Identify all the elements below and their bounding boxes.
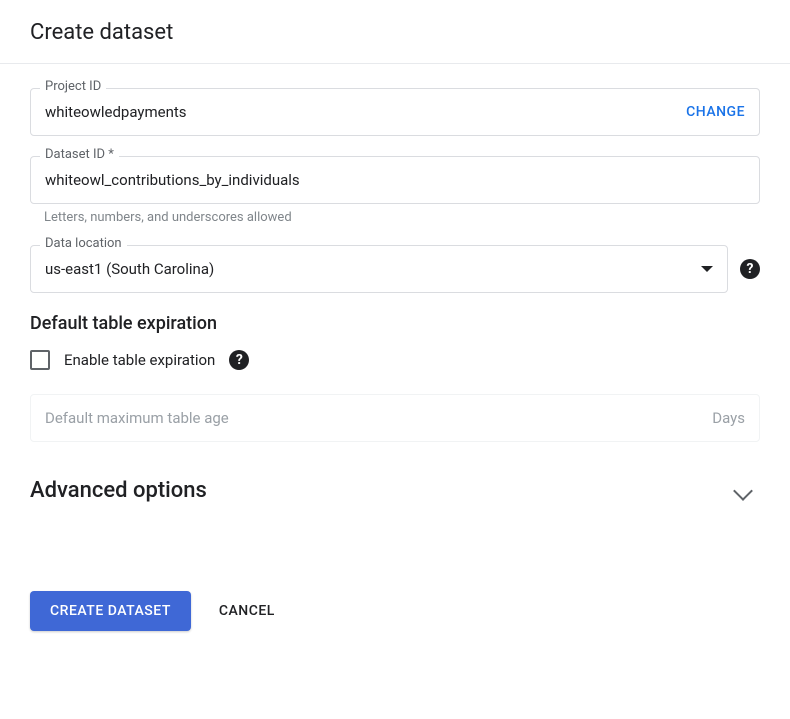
advanced-options-title: Advanced options xyxy=(30,478,207,503)
page-title: Create dataset xyxy=(30,20,760,45)
data-location-field-wrapper: Data location us-east1 (South Carolina) xyxy=(30,245,728,293)
cancel-button[interactable]: CANCEL xyxy=(219,603,275,619)
dataset-id-field-wrapper: Dataset ID * Letters, numbers, and under… xyxy=(30,156,760,225)
project-id-field-wrapper: Project ID whiteowledpayments CHANGE xyxy=(30,88,760,136)
chevron-down-icon xyxy=(733,481,753,501)
dataset-id-field[interactable] xyxy=(30,156,760,204)
enable-expiration-label: Enable table expiration xyxy=(64,351,215,369)
form-content: Project ID whiteowledpayments CHANGE Dat… xyxy=(0,64,790,591)
create-dataset-button[interactable]: CREATE DATASET xyxy=(30,591,191,631)
project-id-field: whiteowledpayments CHANGE xyxy=(30,88,760,136)
help-icon[interactable]: ? xyxy=(740,259,760,279)
project-id-label: Project ID xyxy=(40,79,106,94)
advanced-options-toggle[interactable]: Advanced options xyxy=(30,470,760,511)
dataset-id-input[interactable] xyxy=(45,171,745,189)
max-table-age-field: Default maximum table age Days xyxy=(30,394,760,442)
data-location-value: us-east1 (South Carolina) xyxy=(45,260,214,278)
dataset-id-label: Dataset ID * xyxy=(40,147,119,162)
dataset-id-helper: Letters, numbers, and underscores allowe… xyxy=(44,210,760,225)
footer-actions: CREATE DATASET CANCEL xyxy=(0,591,790,651)
enable-expiration-row: Enable table expiration ? xyxy=(30,350,760,370)
help-icon[interactable]: ? xyxy=(229,350,249,370)
max-table-age-placeholder: Default maximum table age xyxy=(45,409,229,427)
max-table-age-unit: Days xyxy=(712,409,745,427)
dropdown-arrow-icon xyxy=(701,266,713,272)
data-location-select[interactable]: us-east1 (South Carolina) xyxy=(30,245,728,293)
expiration-section-title: Default table expiration xyxy=(30,313,760,334)
change-project-button[interactable]: CHANGE xyxy=(686,104,745,120)
panel-header: Create dataset xyxy=(0,0,790,64)
project-id-value: whiteowledpayments xyxy=(45,103,187,121)
data-location-row: Data location us-east1 (South Carolina) … xyxy=(30,245,760,293)
data-location-label: Data location xyxy=(40,236,127,251)
enable-expiration-checkbox[interactable] xyxy=(30,350,50,370)
